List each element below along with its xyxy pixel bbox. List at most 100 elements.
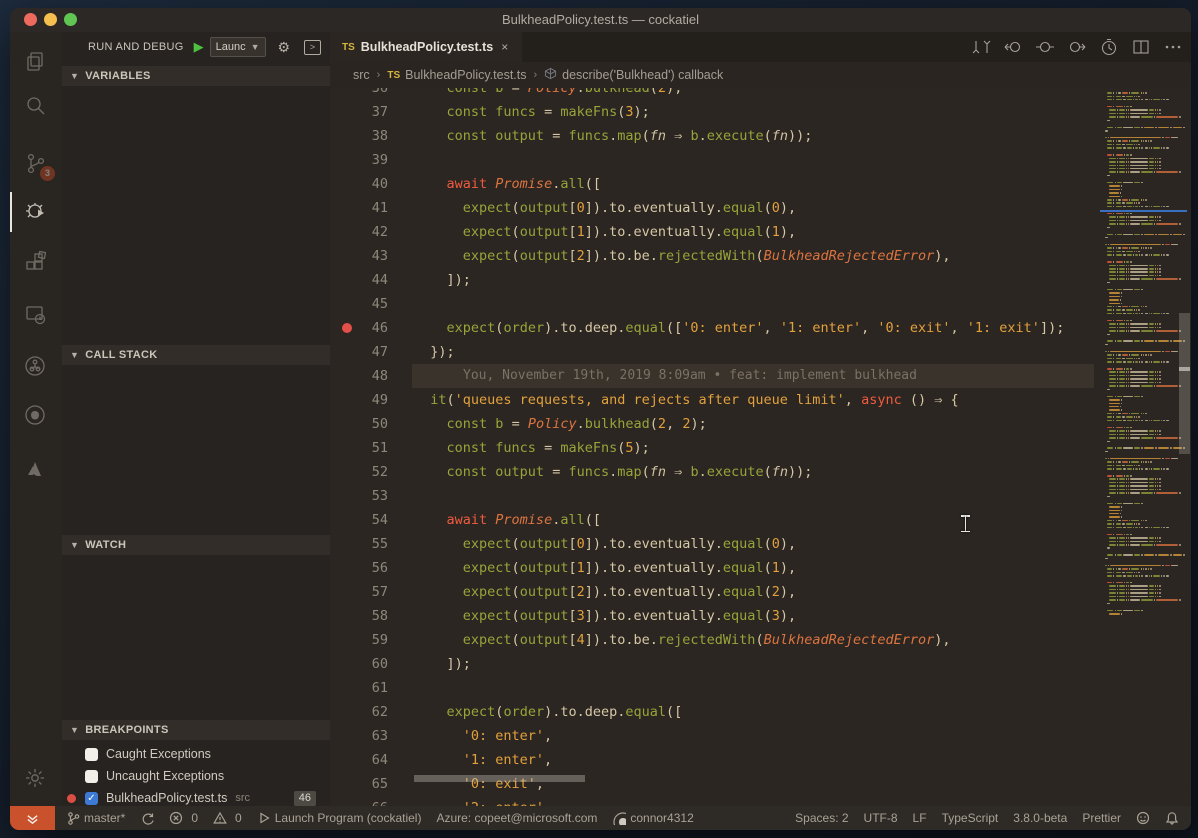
breakpoint-row[interactable]: Uncaught Exceptions	[62, 766, 330, 786]
activitybar-source-control-icon[interactable]: 3	[24, 152, 48, 176]
activitybar-remote-explorer-icon[interactable]	[24, 303, 48, 327]
code-line[interactable]: 52const output = funcs.map(fn ⇒ b.execut…	[330, 460, 1100, 484]
code-line[interactable]: 37const funcs = makeFns(3);	[330, 100, 1100, 124]
code-line[interactable]: 54await Promise.all([	[330, 508, 1100, 532]
activitybar-extensions-icon[interactable]	[24, 251, 48, 275]
status-master[interactable]: master*	[66, 811, 125, 825]
line-number: 47	[330, 340, 388, 364]
code-line[interactable]: 47});	[330, 340, 1100, 364]
breakpoint-row[interactable]: Caught Exceptions	[62, 744, 330, 764]
breakpoint-line-badge: 46	[294, 791, 316, 806]
timer-icon[interactable]	[1099, 37, 1119, 57]
manage-gear-icon[interactable]	[24, 767, 48, 791]
status-launch-program-cockatiel[interactable]: Launch Program (cockatiel)	[257, 811, 422, 825]
remote-indicator[interactable]	[10, 806, 55, 830]
line-number: 38	[330, 124, 388, 148]
step-over-icon[interactable]	[1067, 37, 1087, 57]
code-line[interactable]: 45	[330, 292, 1100, 316]
blame-line[interactable]: 48You, November 19th, 2019 8:09am • feat…	[330, 364, 1100, 388]
code-line[interactable]: 39	[330, 148, 1100, 172]
scrollbar-thumb[interactable]	[1179, 313, 1190, 454]
status-prettier[interactable]: Prettier	[1082, 811, 1121, 825]
status-sync-icon[interactable]	[140, 811, 154, 825]
checkbox[interactable]	[85, 770, 98, 783]
code-line[interactable]: 36const b = Policy.bulkhead(2);	[330, 88, 1100, 100]
debug-console-toggle-icon[interactable]: >	[304, 40, 321, 55]
status-feedback-icon[interactable]	[1136, 811, 1150, 825]
status-typescript[interactable]: TypeScript	[942, 811, 999, 825]
breakpoint-row[interactable]: ✓BulkheadPolicy.test.tssrc46	[62, 788, 330, 808]
titlebar[interactable]: BulkheadPolicy.test.ts — cockatiel	[10, 8, 1191, 32]
activitybar-explorer-icon[interactable]	[24, 50, 48, 74]
code-line[interactable]: 61	[330, 676, 1100, 700]
code-line[interactable]: 53	[330, 484, 1100, 508]
watch-section-header[interactable]: ▼ WATCH	[62, 535, 330, 555]
status-0[interactable]: 0	[213, 811, 242, 825]
typescript-file-icon: TS	[387, 70, 400, 81]
variables-section-header[interactable]: ▼ VARIABLES	[62, 66, 330, 86]
step-back-icon[interactable]	[1003, 37, 1023, 57]
status-3-8-0-beta[interactable]: 3.8.0-beta	[1013, 811, 1067, 825]
code-line[interactable]: 38const output = funcs.map(fn ⇒ b.execut…	[330, 124, 1100, 148]
launch-config-label: Launc	[216, 41, 246, 53]
code-line[interactable]: 64'1: enter',	[330, 748, 1100, 772]
debug-settings-gear-icon[interactable]: ⚙	[278, 39, 291, 56]
code-area[interactable]: 36const b = Policy.bulkhead(2);37const f…	[330, 88, 1100, 806]
code-line[interactable]: 51const funcs = makeFns(5);	[330, 436, 1100, 460]
code-line[interactable]: 42expect(output[1]).to.eventually.equal(…	[330, 220, 1100, 244]
code-line[interactable]: 62expect(order).to.deep.equal([	[330, 700, 1100, 724]
start-debug-button[interactable]: ▶	[194, 39, 204, 55]
code-line[interactable]: 44]);	[330, 268, 1100, 292]
activitybar-run-and-debug-icon[interactable]	[24, 199, 48, 223]
breadcrumb-symbol[interactable]: describe('Bulkhead') callback	[562, 68, 723, 82]
code-line[interactable]: 59expect(output[4]).to.be.rejectedWith(B…	[330, 628, 1100, 652]
code-line[interactable]: 58expect(output[3]).to.eventually.equal(…	[330, 604, 1100, 628]
code-line[interactable]: 49it('queues requests, and rejects after…	[330, 388, 1100, 412]
line-number: 56	[330, 556, 388, 580]
status-utf-8[interactable]: UTF-8	[864, 811, 898, 825]
breadcrumb-file[interactable]: BulkheadPolicy.test.ts	[405, 68, 526, 82]
horizontal-scrollbar[interactable]	[414, 775, 585, 782]
tab-bulkheadpolicy-test[interactable]: TS BulkheadPolicy.test.ts ×	[330, 32, 522, 62]
code-line[interactable]: 57expect(output[2]).to.eventually.equal(…	[330, 580, 1100, 604]
status-0[interactable]: 0	[169, 811, 198, 825]
code-line[interactable]: 56expect(output[1]).to.eventually.equal(…	[330, 556, 1100, 580]
launch-config-dropdown[interactable]: Launc ▼	[210, 37, 266, 57]
activitybar-search-icon[interactable]	[24, 94, 48, 118]
code-line[interactable]: 46expect(order).to.deep.equal(['0: enter…	[330, 316, 1100, 340]
more-icon[interactable]	[1163, 37, 1183, 57]
tab-close-icon[interactable]: ×	[501, 40, 508, 54]
code-text: const output = funcs.map(fn ⇒ b.execute(…	[447, 460, 813, 484]
activitybar-github-icon[interactable]	[24, 404, 48, 428]
code-line[interactable]: 60]);	[330, 652, 1100, 676]
changes-icon[interactable]	[971, 37, 991, 57]
activity-bar: 3	[10, 32, 62, 806]
code-line[interactable]: 50const b = Policy.bulkhead(2, 2);	[330, 412, 1100, 436]
split-icon[interactable]	[1131, 37, 1151, 57]
status-connor4312[interactable]: connor4312	[612, 811, 693, 825]
code-line[interactable]: 55expect(output[0]).to.eventually.equal(…	[330, 532, 1100, 556]
minimap[interactable]	[1100, 88, 1187, 806]
code-line[interactable]: 66'2: enter',	[330, 796, 1100, 806]
vertical-scrollbar[interactable]	[1178, 88, 1191, 806]
checkbox[interactable]	[85, 748, 98, 761]
call-stack-section-header[interactable]: ▼ CALL STACK	[62, 345, 330, 365]
breadcrumb-src[interactable]: src	[353, 68, 370, 82]
status-spaces-2[interactable]: Spaces: 2	[795, 811, 848, 825]
code-line[interactable]: 41expect(output[0]).to.eventually.equal(…	[330, 196, 1100, 220]
section-label: CALL STACK	[85, 349, 157, 361]
scm-badge: 3	[40, 166, 55, 181]
status-azure-copeet-microsoft-com[interactable]: Azure: copeet@microsoft.com	[436, 811, 597, 825]
code-text: expect(order).to.deep.equal(['0: enter',…	[447, 316, 1065, 340]
code-line[interactable]: 40await Promise.all([	[330, 172, 1100, 196]
breakpoints-section-header[interactable]: ▼ BREAKPOINTS	[62, 720, 330, 740]
status-bell-icon[interactable]	[1165, 811, 1179, 825]
code-line[interactable]: 63'0: enter',	[330, 724, 1100, 748]
breadcrumb-separator: ›	[377, 69, 381, 81]
code-line[interactable]: 43expect(output[2]).to.be.rejectedWith(B…	[330, 244, 1100, 268]
status-lf[interactable]: LF	[913, 811, 927, 825]
checkbox[interactable]: ✓	[85, 792, 98, 805]
activitybar-azure-icon[interactable]	[24, 458, 48, 482]
reverse-icon[interactable]	[1035, 37, 1055, 57]
activitybar-gitlens-icon[interactable]	[24, 355, 48, 379]
